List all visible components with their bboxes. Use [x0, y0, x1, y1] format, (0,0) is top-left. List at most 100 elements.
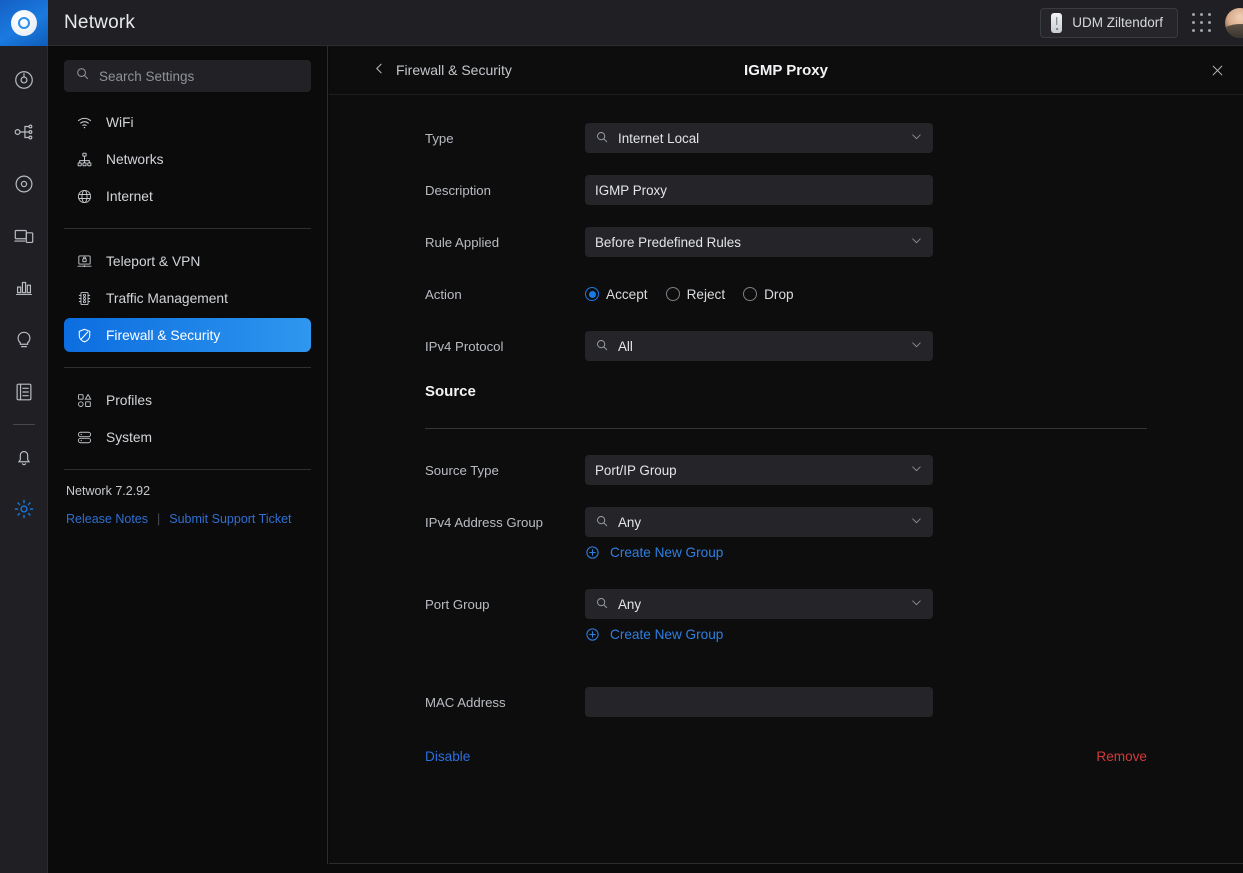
breadcrumb-back-firewall-security[interactable]: Firewall & Security — [373, 62, 512, 78]
client-devices-icon[interactable] — [0, 210, 48, 262]
sidebar-item-label: WiFi — [106, 114, 134, 130]
link-separator: | — [157, 512, 161, 526]
sidebar-item-label: Internet — [106, 188, 153, 204]
field-row-source-type: Source Type Port/IP Group — [329, 455, 1243, 485]
create-new-group-ipv4-button[interactable]: Create New Group — [585, 545, 723, 560]
chevron-down-icon — [910, 514, 923, 530]
source-type-value: Port/IP Group — [595, 462, 677, 478]
nav-group-connectivity: WiFi Networks Internet — [64, 92, 311, 226]
ipv4-protocol-select[interactable]: All — [585, 331, 933, 361]
top-bar: Network UDM Ziltendorf — [48, 0, 1243, 46]
disable-button[interactable]: Disable — [425, 749, 470, 764]
sidebar-item-label: Profiles — [106, 392, 153, 408]
insights-lightbulb-icon[interactable] — [0, 314, 48, 366]
gear-settings-icon[interactable] — [0, 483, 48, 535]
sidebar-divider — [64, 228, 311, 229]
sidebar-footer: Network 7.2.92 Release Notes | Submit Su… — [64, 472, 311, 526]
sidebar-item-internet[interactable]: Internet — [64, 179, 311, 213]
device-name: UDM Ziltendorf — [1072, 15, 1163, 30]
statistics-bar-chart-icon[interactable] — [0, 262, 48, 314]
grid-dot — [1200, 29, 1203, 32]
ipv4-address-group-label: IPv4 Address Group — [425, 514, 544, 530]
sidebar-item-networks[interactable]: Networks — [64, 142, 311, 176]
create-new-group-port-button[interactable]: Create New Group — [585, 627, 723, 642]
wifi-icon — [75, 114, 93, 131]
radio-label: Drop — [764, 286, 794, 302]
field-row-ipv4-protocol: IPv4 Protocol All — [329, 331, 1243, 361]
page-title: Network — [64, 11, 136, 33]
icon-rail — [0, 0, 48, 873]
rule-applied-select[interactable]: Before Predefined Rules — [585, 227, 933, 257]
plus-circle-icon — [585, 627, 600, 642]
radio-label: Reject — [686, 286, 726, 302]
rule-applied-label: Rule Applied — [425, 234, 500, 250]
ipv4-protocol-value: All — [618, 338, 633, 354]
panel-footer-actions: Disable Remove — [329, 749, 1243, 764]
chevron-down-icon — [910, 462, 923, 478]
chevron-left-icon — [373, 62, 386, 78]
logs-notebook-icon[interactable] — [0, 366, 48, 418]
description-input[interactable]: IGMP Proxy — [585, 175, 933, 205]
submit-support-ticket-link[interactable]: Submit Support Ticket — [169, 512, 291, 526]
bell-notification-icon[interactable] — [0, 431, 48, 483]
field-row-port-group: Port Group Any — [329, 589, 1243, 619]
radio-dot-icon — [665, 287, 680, 301]
ipv4-address-group-select[interactable]: Any — [585, 507, 933, 537]
remove-button[interactable]: Remove — [1096, 749, 1147, 764]
search-input[interactable]: Search Settings — [64, 60, 311, 92]
field-row-rule-applied: Rule Applied Before Predefined Rules — [329, 227, 1243, 257]
radio-drop[interactable]: Drop — [743, 286, 794, 302]
settings-sidebar: Search Settings WiFi Networks Internet T… — [48, 46, 328, 864]
sidebar-item-traffic-management[interactable]: Traffic Management — [64, 281, 311, 315]
chevron-down-icon — [910, 338, 923, 354]
port-group-create-row: Create New Group — [329, 627, 1243, 647]
radio-reject[interactable]: Reject — [665, 286, 726, 302]
breadcrumb-label: Firewall & Security — [396, 62, 512, 78]
avatar[interactable] — [1225, 7, 1243, 38]
grid-dot — [1200, 13, 1203, 16]
field-row-description: Description IGMP Proxy — [329, 175, 1243, 205]
device-selector[interactable]: UDM Ziltendorf — [1040, 7, 1178, 38]
action-radio-group: Accept Reject Drop — [585, 287, 794, 302]
search-icon — [595, 130, 609, 147]
sidebar-item-wifi[interactable]: WiFi — [64, 105, 311, 139]
globe-icon — [75, 188, 93, 205]
create-new-group-label: Create New Group — [610, 545, 724, 560]
search-icon — [595, 514, 609, 531]
search-icon — [595, 596, 609, 613]
dashboard-speedometer-icon[interactable] — [0, 54, 48, 106]
rule-applied-value: Before Predefined Rules — [595, 234, 741, 250]
footer-links: Release Notes | Submit Support Ticket — [66, 512, 309, 526]
unifi-logo-icon — [10, 10, 37, 36]
ipv4-address-group-value: Any — [618, 514, 642, 530]
grid-dot — [1192, 21, 1195, 24]
type-select[interactable]: Internet Local — [585, 123, 933, 153]
port-group-select[interactable]: Any — [585, 589, 933, 619]
search-icon — [75, 66, 90, 86]
radio-accept[interactable]: Accept — [585, 287, 648, 302]
source-type-select[interactable]: Port/IP Group — [585, 455, 933, 485]
description-label: Description — [425, 182, 491, 198]
nav-group-security: Teleport & VPN Traffic Management Firewa… — [64, 231, 311, 365]
sidebar-item-profiles[interactable]: Profiles — [64, 383, 311, 417]
shield-icon — [75, 327, 93, 344]
mac-address-input[interactable] — [585, 687, 933, 717]
grid-dot — [1192, 29, 1195, 32]
sidebar-item-firewall-security[interactable]: Firewall & Security — [64, 318, 311, 352]
apps-grid-icon[interactable] — [1192, 13, 1211, 32]
close-icon[interactable] — [1203, 56, 1231, 84]
type-label: Type — [425, 130, 454, 146]
traffic-light-icon — [75, 290, 93, 307]
grid-dot — [1208, 13, 1211, 16]
sidebar-item-teleport-vpn[interactable]: Teleport & VPN — [64, 244, 311, 278]
unifi-devices-circle-icon[interactable] — [0, 158, 48, 210]
unifi-logo[interactable] — [0, 0, 48, 46]
sidebar-divider — [64, 469, 311, 470]
ipv4-protocol-label: IPv4 Protocol — [425, 338, 504, 354]
release-notes-link[interactable]: Release Notes — [66, 512, 148, 526]
system-server-icon — [75, 429, 93, 446]
sidebar-item-system[interactable]: System — [64, 420, 311, 454]
topology-icon[interactable] — [0, 106, 48, 158]
source-section-heading: Source — [425, 383, 476, 400]
port-group-label: Port Group — [425, 596, 490, 612]
